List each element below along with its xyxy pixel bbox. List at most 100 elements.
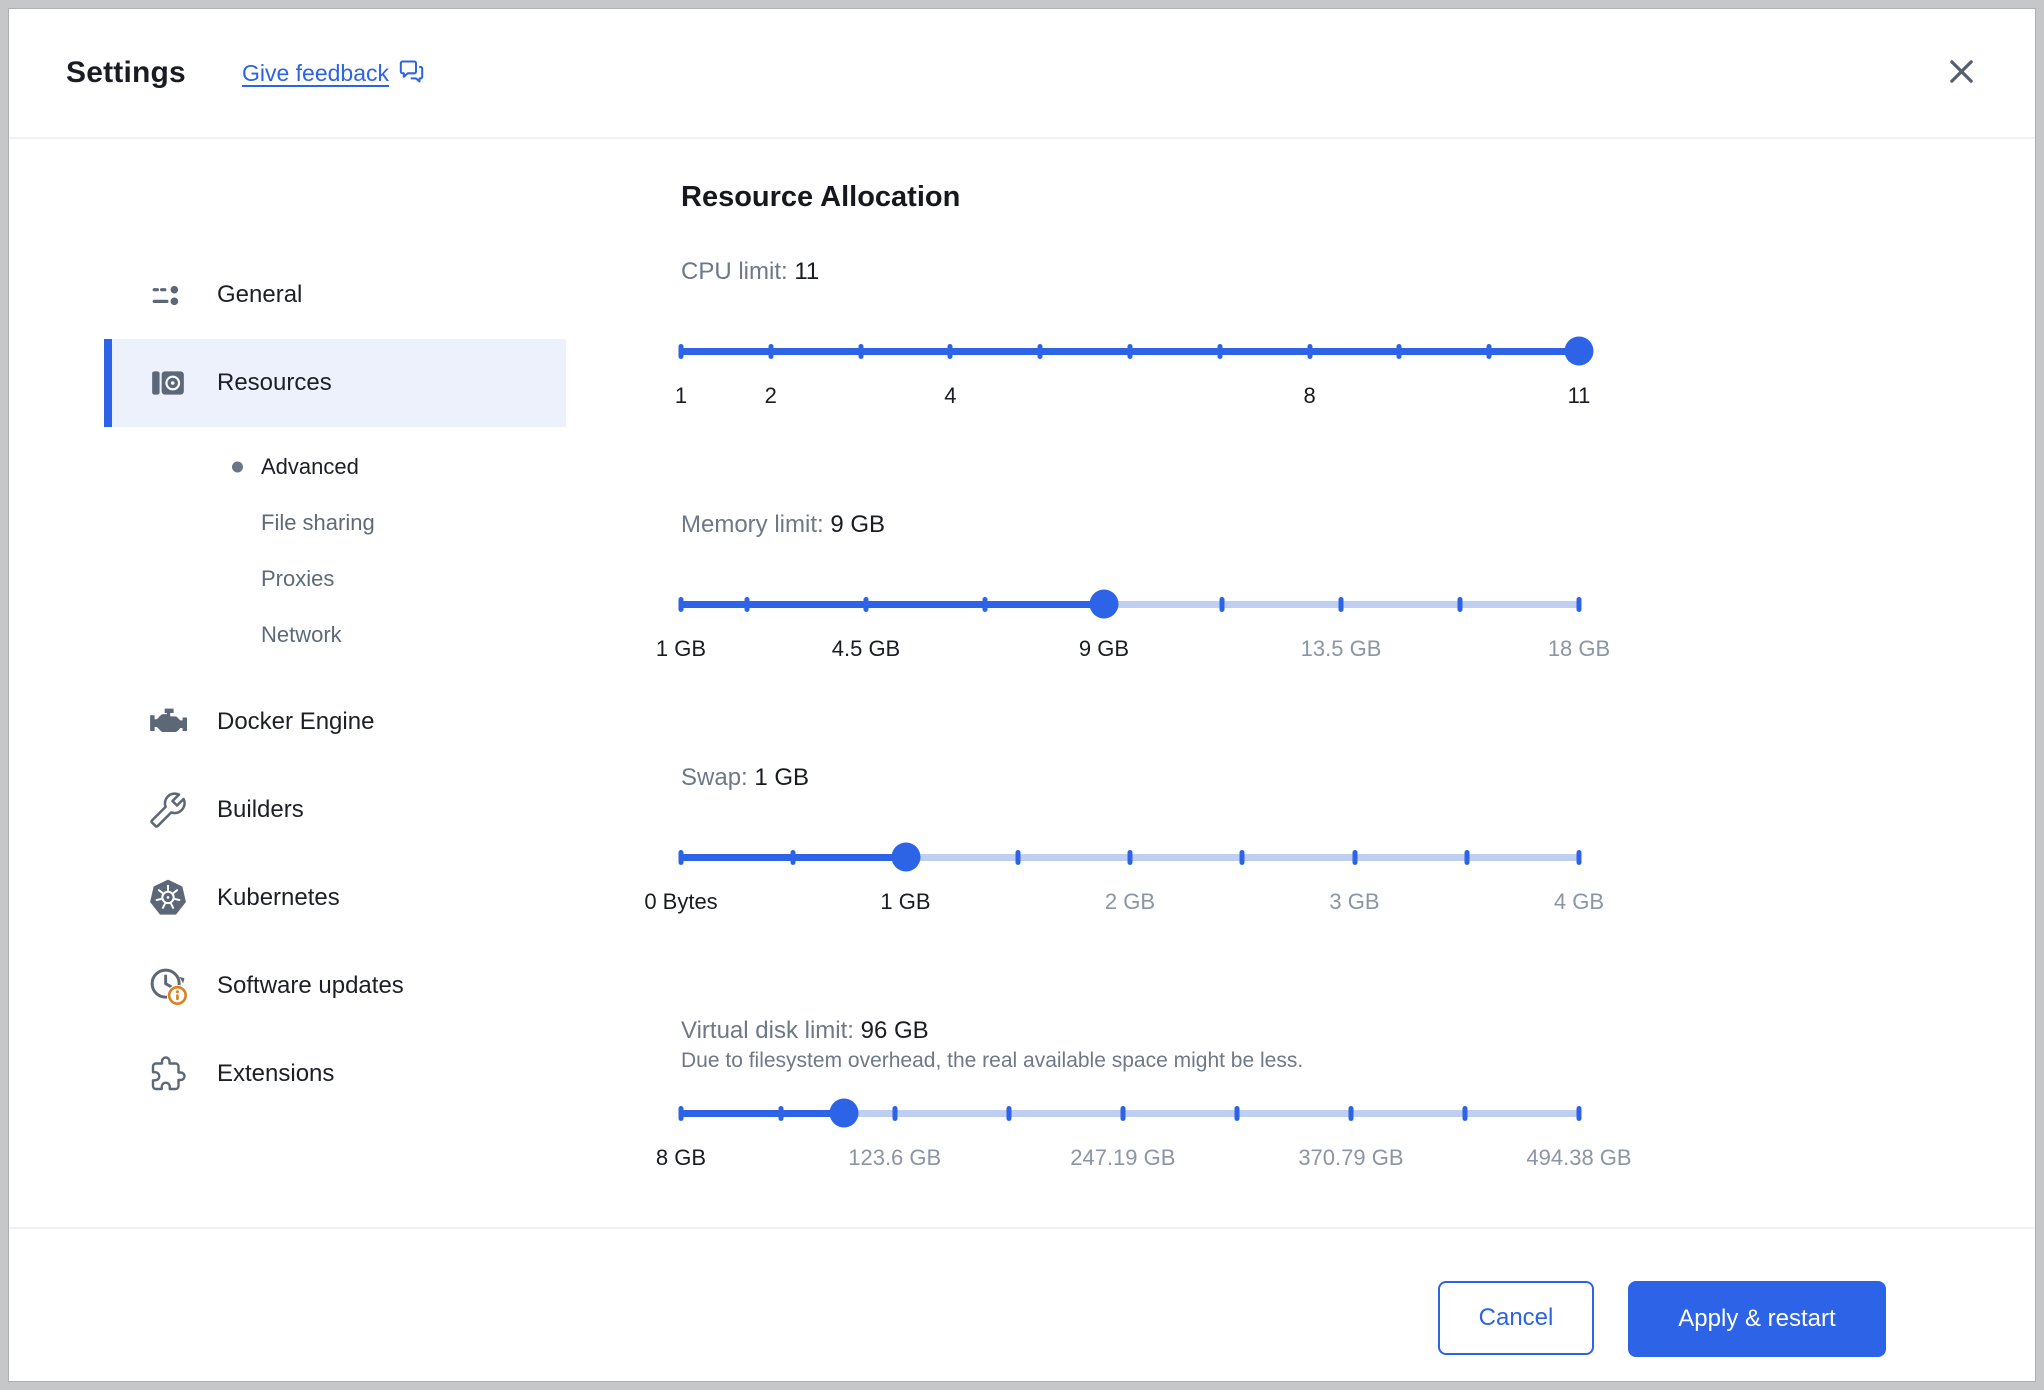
kubernetes-icon <box>148 879 188 917</box>
sidebar-item-label: Software updates <box>217 972 404 999</box>
swap-slider-axis: 0 Bytes 1 GB 2 GB 3 GB 4 GB <box>644 889 1604 915</box>
disk-slider-section: Virtual disk limit: 96 GB Due to filesyst… <box>656 1017 1632 1171</box>
sidebar-item-extensions[interactable]: Extensions <box>104 1030 566 1118</box>
memory-slider-tick <box>863 596 869 612</box>
memory-axis-label: 1 GB <box>655 636 707 661</box>
cpu-slider-label: CPU limit: <box>681 258 788 285</box>
wrench-icon <box>148 792 188 828</box>
dialog-header: Settings Give feedback <box>9 9 2035 139</box>
dialog-title: Settings <box>66 56 186 89</box>
memory-slider-tick <box>1219 596 1225 612</box>
disk-slider-label: Virtual disk limit: <box>681 1017 854 1044</box>
dialog-content: General Resources Advanced File sharing Prox… <box>9 139 2035 1227</box>
sidebar-item-label: General <box>217 281 303 308</box>
disk-slider-tick <box>892 1105 898 1121</box>
cpu-slider-tick <box>678 343 684 359</box>
swap-slider-value: 1 GB <box>754 764 810 791</box>
clock-update-icon <box>148 966 188 1006</box>
disk-slider-handle[interactable] <box>829 1098 859 1128</box>
swap-slider-tick <box>678 849 684 865</box>
feedback-bubbles-icon <box>398 57 425 90</box>
swap-slider-tick <box>790 849 796 865</box>
cpu-slider-tick <box>1307 343 1313 359</box>
resource-allocation-panel: Resource Allocation CPU limit: 11 1 2 4 8 11 M… <box>566 139 2035 1227</box>
give-feedback-link[interactable]: Give feedback <box>242 57 425 90</box>
swap-slider-label: Swap: <box>681 764 748 791</box>
swap-slider-track-row[interactable] <box>678 839 1582 875</box>
cpu-slider-tick <box>1037 343 1043 359</box>
swap-axis-label: 0 Bytes <box>644 889 718 914</box>
puzzle-icon <box>148 1056 188 1092</box>
memory-axis-label: 4.5 GB <box>831 636 901 661</box>
memory-slider-handle[interactable] <box>1089 589 1119 619</box>
cpu-slider-handle[interactable] <box>1564 336 1594 366</box>
disk-slider-tick <box>1006 1105 1012 1121</box>
give-feedback-label: Give feedback <box>241 59 389 86</box>
cpu-slider-tick <box>768 343 774 359</box>
sidebar-item-general[interactable]: General <box>104 251 566 339</box>
memory-slider-tick <box>1576 596 1582 612</box>
memory-slider-axis: 1 GB 4.5 GB 9 GB 13.5 GB 18 GB <box>656 636 1610 662</box>
cpu-slider-tick <box>1217 343 1223 359</box>
sidebar-item-builders[interactable]: Builders <box>104 766 566 854</box>
cpu-axis-label: 1 <box>674 383 688 408</box>
cpu-slider-value: 11 <box>794 258 820 285</box>
cpu-slider-tick <box>1396 343 1402 359</box>
memory-axis-label: 13.5 GB <box>1300 636 1382 661</box>
swap-axis-label: 3 GB <box>1329 889 1380 914</box>
swap-slider-tick <box>1576 849 1582 865</box>
memory-slider-tick <box>1338 596 1344 612</box>
disk-slider-tick <box>1348 1105 1354 1121</box>
settings-sidebar: General Resources Advanced File sharing Prox… <box>9 139 566 1227</box>
disk-slider-tick <box>678 1105 684 1121</box>
cpu-axis-label: 4 <box>944 383 957 408</box>
dialog-footer: Cancel Apply & restart <box>9 1227 2035 1381</box>
memory-slider-track-row[interactable] <box>678 586 1582 622</box>
sidebar-item-label: Advanced <box>261 454 359 479</box>
swap-slider-section: Swap: 1 GB 0 Bytes 1 GB 2 GB 3 GB 4 GB <box>644 764 1604 915</box>
memory-slider-tick <box>1457 596 1463 612</box>
cpu-slider-tick <box>1486 343 1492 359</box>
sidebar-item-proxies[interactable]: Proxies <box>104 551 566 607</box>
cpu-slider-tick <box>858 343 864 359</box>
sidebar-item-advanced[interactable]: Advanced <box>104 439 566 495</box>
settings-dialog: Settings Give feedback General Resources A… <box>8 8 2036 1382</box>
resources-icon <box>148 367 188 399</box>
disk-slider-tick <box>1234 1105 1240 1121</box>
swap-axis-label: 4 GB <box>1553 889 1605 914</box>
swap-slider-tick <box>1352 849 1357 865</box>
sidebar-item-file-sharing[interactable]: File sharing <box>104 495 566 551</box>
sidebar-item-label: Network <box>261 622 342 647</box>
disk-slider-track-row[interactable] <box>678 1095 1582 1131</box>
swap-slider-tick <box>1239 849 1245 865</box>
cpu-axis-label: 8 <box>1303 383 1316 408</box>
sidebar-item-label: File sharing <box>261 510 375 535</box>
cancel-button[interactable]: Cancel <box>1438 1281 1594 1355</box>
close-icon <box>1945 55 1978 91</box>
close-button[interactable] <box>1939 51 1983 95</box>
swap-slider-tick <box>1127 849 1133 865</box>
cpu-slider-section: CPU limit: 11 1 2 4 8 11 <box>675 258 1594 409</box>
apply-restart-button[interactable]: Apply & restart <box>1628 1281 1886 1357</box>
sidebar-item-label: Docker Engine <box>217 708 375 735</box>
sidebar-item-network[interactable]: Network <box>104 607 566 663</box>
disk-slider-tick <box>1576 1105 1582 1121</box>
sidebar-item-resources[interactable]: Resources <box>104 339 566 427</box>
disk-slider-tick <box>1462 1105 1468 1121</box>
sidebar-item-label: Resources <box>217 369 332 396</box>
page-title: Resource Allocation <box>681 181 961 213</box>
memory-slider-tick <box>744 596 750 612</box>
swap-axis-label: 1 GB <box>880 889 931 914</box>
sidebar-item-software-updates[interactable]: Software updates <box>104 942 566 1030</box>
disk-slider-caption: Virtual disk limit: 96 GB <box>681 1017 1579 1045</box>
sidebar-item-kubernetes[interactable]: Kubernetes <box>104 854 566 942</box>
swap-slider-handle[interactable] <box>891 842 920 872</box>
cpu-slider-track-row[interactable] <box>678 333 1594 369</box>
engine-icon <box>148 706 188 738</box>
cpu-slider-tick <box>1127 343 1133 359</box>
disk-slider-tick <box>778 1105 784 1121</box>
sidebar-item-docker-engine[interactable]: Docker Engine <box>104 678 566 766</box>
disk-axis-label: 370.79 GB <box>1298 1145 1404 1170</box>
disk-axis-label: 8 GB <box>655 1145 707 1170</box>
swap-slider-caption: Swap: 1 GB <box>681 764 1579 792</box>
